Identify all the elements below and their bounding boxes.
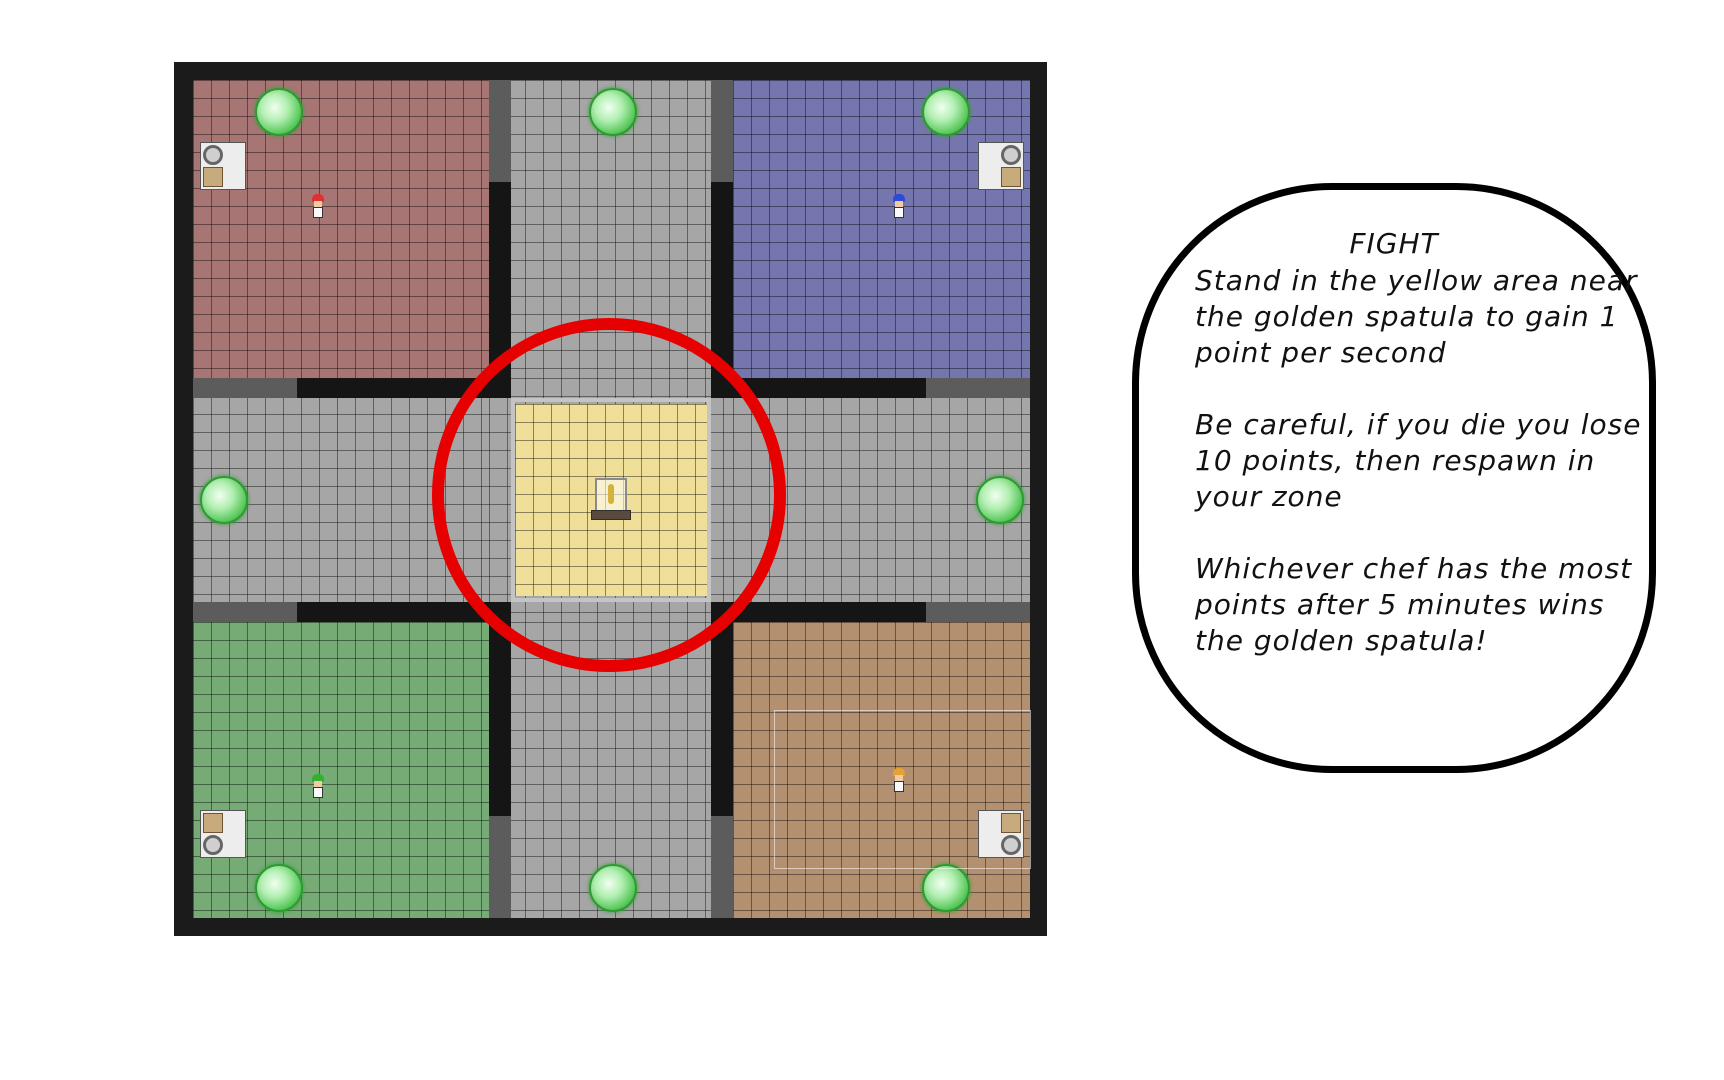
portal-icon bbox=[255, 88, 303, 136]
game-map bbox=[174, 62, 1047, 936]
wall-segment bbox=[711, 622, 733, 816]
cooking-station-icon bbox=[200, 810, 246, 858]
red-zone bbox=[193, 80, 489, 378]
wall-segment bbox=[489, 622, 511, 816]
selection-outline bbox=[774, 710, 1031, 869]
wall-segment bbox=[926, 378, 1030, 398]
chef-red-icon bbox=[311, 194, 325, 218]
portal-icon bbox=[922, 88, 970, 136]
portal-icon bbox=[976, 476, 1024, 524]
cooking-station-icon bbox=[978, 142, 1024, 190]
instructions-paragraph: Stand in the yellow area near the golden… bbox=[1195, 264, 1638, 369]
wall-segment bbox=[193, 378, 297, 398]
wall-segment bbox=[711, 816, 733, 918]
wall-segment bbox=[193, 602, 297, 622]
portal-icon bbox=[589, 864, 637, 912]
portal-icon bbox=[589, 88, 637, 136]
instructions-bubble: FIGHT Stand in the yellow area near the … bbox=[1132, 183, 1656, 773]
wall-segment bbox=[489, 816, 511, 918]
chef-green-icon bbox=[311, 774, 325, 798]
blue-zone bbox=[733, 80, 1030, 378]
instructions-title: FIGHT bbox=[1349, 227, 1439, 260]
cooking-station-icon bbox=[200, 142, 246, 190]
instructions-paragraph: Whichever chef has the most points after… bbox=[1195, 552, 1633, 657]
wall-segment bbox=[711, 182, 733, 378]
wall-segment bbox=[926, 602, 1030, 622]
green-zone bbox=[193, 622, 489, 918]
portal-icon bbox=[255, 864, 303, 912]
instructions-paragraph: Be careful, if you die you lose 10 point… bbox=[1195, 408, 1642, 513]
chef-blue-icon bbox=[892, 194, 906, 218]
wall-segment bbox=[489, 80, 511, 182]
highlight-ring bbox=[432, 318, 786, 672]
wall-segment bbox=[711, 80, 733, 182]
portal-icon bbox=[200, 476, 248, 524]
portal-icon bbox=[922, 864, 970, 912]
